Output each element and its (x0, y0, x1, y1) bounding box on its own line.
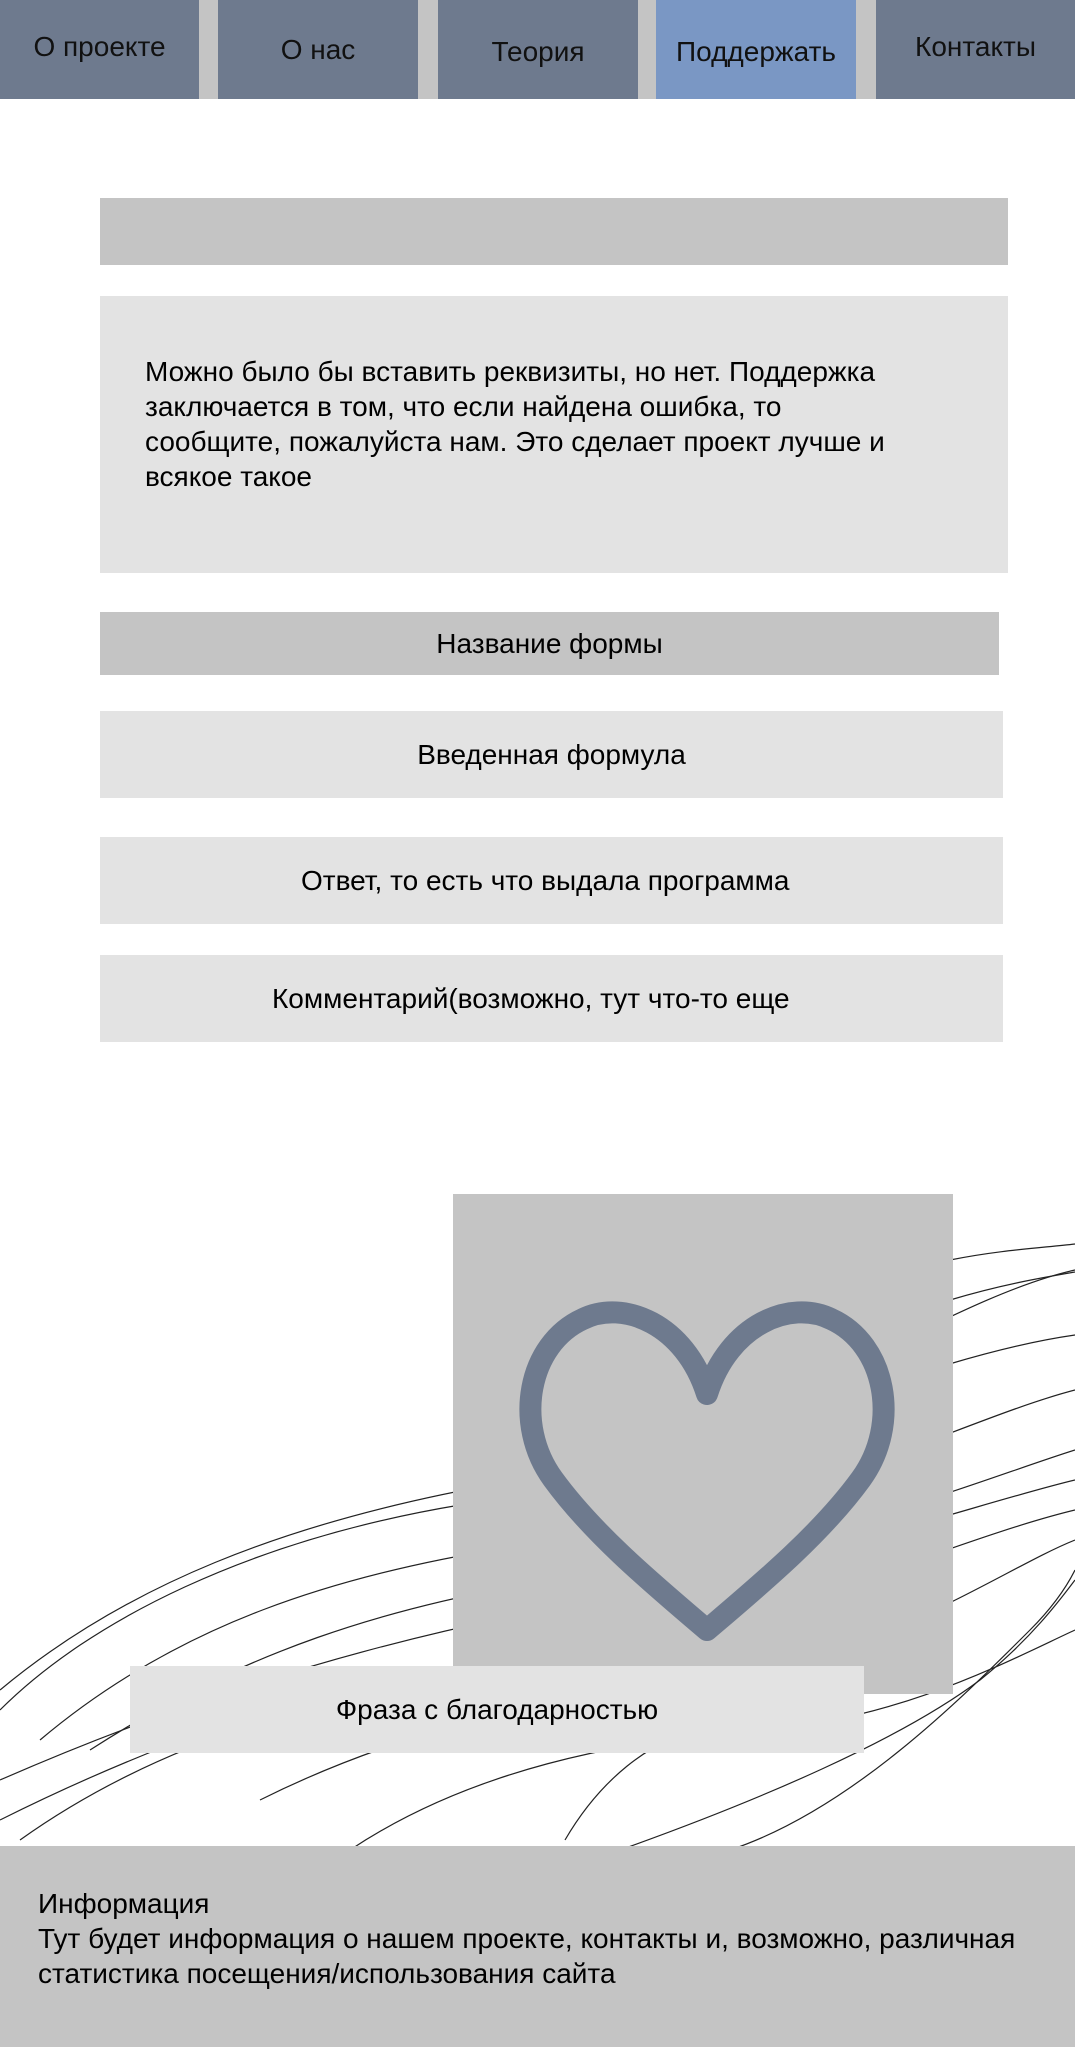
formula-field[interactable]: Введенная формула (100, 711, 1003, 798)
thanks-phrase: Фраза с благодарностью (130, 1666, 864, 1753)
form-title: Название формы (100, 612, 999, 675)
support-text: Можно было бы вставить реквизиты, но нет… (145, 356, 885, 492)
tab-about-project[interactable]: О проекте (0, 0, 199, 99)
footer: Информация Тут будет информация о нашем … (0, 1846, 1075, 2047)
footer-title: Информация (38, 1888, 210, 1919)
heart-icon (519, 1301, 895, 1641)
formula-field-label: Введенная формула (417, 739, 686, 770)
heart-image (453, 1194, 953, 1694)
tab-contacts[interactable]: Контакты (876, 0, 1075, 99)
comment-field[interactable]: Комментарий(возможно, тут что-то еще (100, 955, 1003, 1042)
answer-field[interactable]: Ответ, то есть что выдала программа (100, 837, 1003, 924)
footer-text: Тут будет информация о нашем проекте, ко… (38, 1923, 1016, 1989)
section-title-bar (100, 198, 1008, 265)
top-navigation: О проекте О нас Теория Поддержать Контак… (0, 0, 1075, 99)
tab-support[interactable]: Поддержать (656, 0, 856, 99)
tab-about-us[interactable]: О нас (218, 0, 418, 99)
comment-field-label: Комментарий(возможно, тут что-то еще (272, 983, 790, 1014)
support-info-panel: Можно было бы вставить реквизиты, но нет… (100, 296, 1008, 573)
tab-theory[interactable]: Теория (438, 0, 638, 99)
answer-field-label: Ответ, то есть что выдала программа (301, 865, 790, 896)
